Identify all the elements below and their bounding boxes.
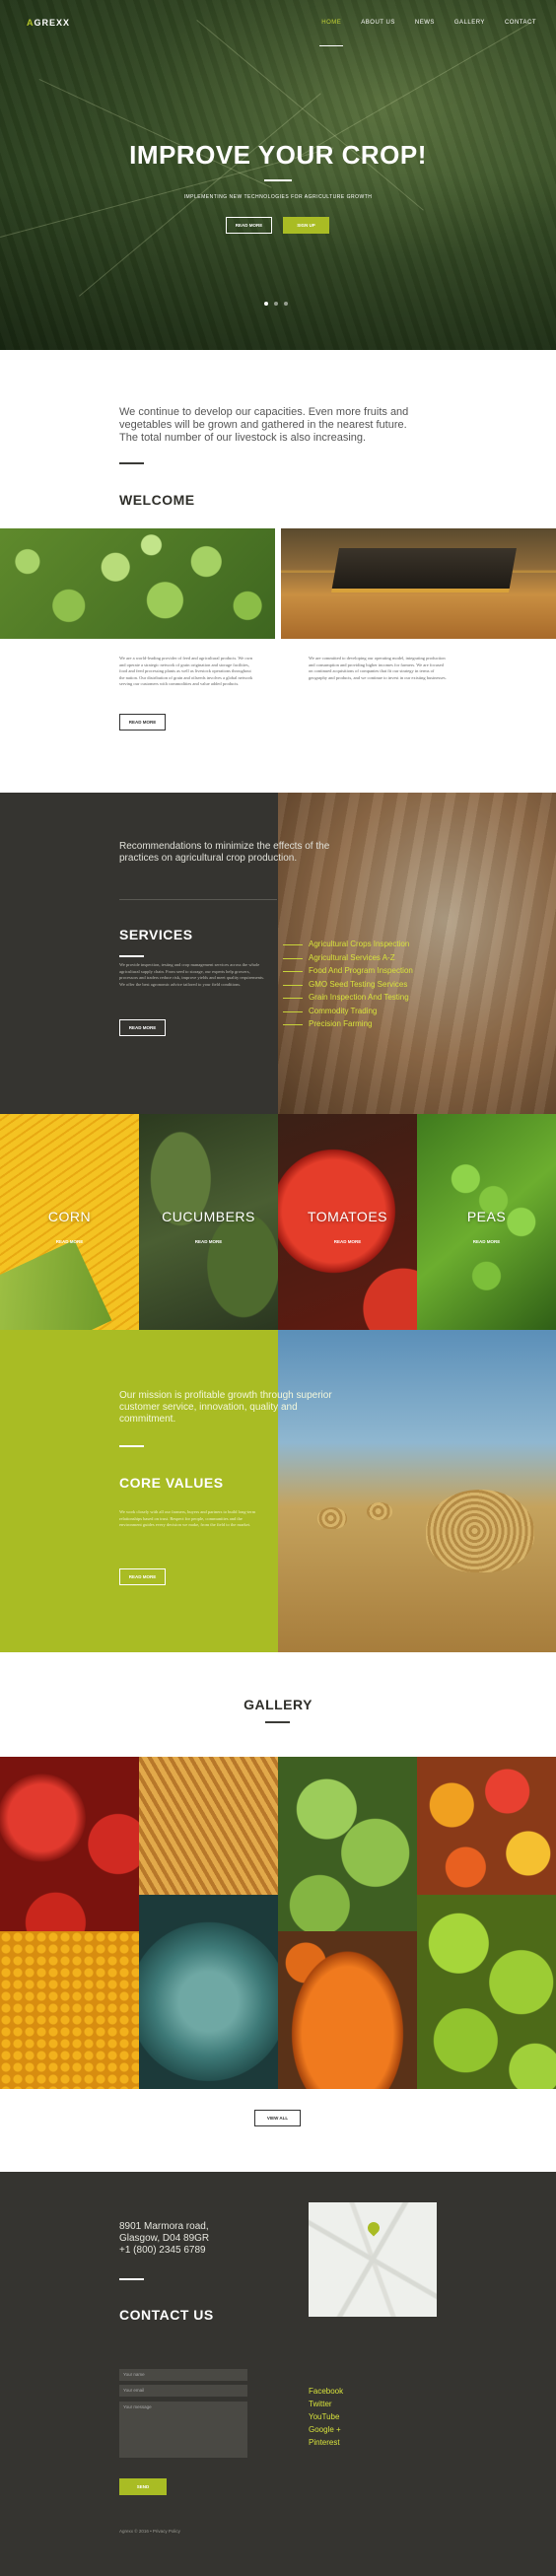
address-divider — [119, 2278, 144, 2280]
crop-label: CORN — [47, 1209, 92, 1224]
copyright: Agrexx © 2016 • Privacy Policy — [119, 2529, 180, 2534]
services-divider — [119, 955, 144, 957]
main-nav: HOME ABOUT US NEWS GALLERY CONTACT — [319, 20, 536, 46]
contact-title: CONTACT US — [119, 2307, 214, 2323]
hero-sign-up-button[interactable]: SIGN UP — [283, 217, 329, 234]
hay-bale — [426, 1490, 534, 1572]
send-button[interactable]: SEND — [119, 2478, 167, 2495]
service-link[interactable]: GMO Seed Testing Services — [283, 978, 413, 992]
gallery-title: GALLERY — [243, 1697, 313, 1712]
message-field[interactable]: Your message — [119, 2402, 247, 2458]
social-link-youtube[interactable]: YouTube — [309, 2410, 343, 2423]
services-quote-divider — [119, 899, 277, 900]
nav-gallery[interactable]: GALLERY — [454, 20, 485, 26]
hops-image — [0, 528, 275, 639]
hero-title: IMPROVE YOUR CROP! — [129, 140, 427, 170]
crop-tile-peas[interactable]: PEAS READ MORE — [417, 1114, 556, 1330]
slider-dot-3[interactable] — [284, 302, 288, 306]
social-link-twitter[interactable]: Twitter — [309, 2398, 343, 2410]
logo[interactable]: AGREXX — [27, 18, 70, 28]
gallery-image-green-apples[interactable] — [417, 1895, 556, 2089]
gallery-image-corn[interactable] — [0, 1931, 139, 2089]
slider-dot-1[interactable] — [264, 302, 268, 306]
welcome-read-more-button[interactable]: READ MORE — [119, 714, 166, 731]
location-map[interactable] — [309, 2202, 437, 2317]
gallery-image-fruit[interactable] — [417, 1757, 556, 1895]
nav-about[interactable]: ABOUT US — [361, 20, 395, 26]
name-field[interactable]: Your name — [119, 2369, 247, 2381]
gallery-image-pumpkins[interactable] — [278, 1931, 417, 2089]
core-values-text: We work closely with all our farmers, bu… — [119, 1509, 256, 1527]
service-link[interactable]: Commodity Trading — [283, 1005, 413, 1018]
email-field[interactable]: Your email — [119, 2385, 247, 2397]
crop-tile-corn[interactable]: CORN READ MORE — [0, 1114, 139, 1330]
crop-tile-tomatoes[interactable]: TOMATOES READ MORE — [278, 1114, 417, 1330]
services-read-more-button[interactable]: READ MORE — [119, 1019, 166, 1036]
crop-label: PEAS — [466, 1209, 507, 1224]
hero-divider — [264, 179, 292, 181]
footer — [0, 2172, 556, 2576]
services-quote: Recommendations to minimize the effects … — [119, 841, 330, 864]
crop-label: TOMATOES — [307, 1209, 387, 1224]
slider-dot-2[interactable] — [274, 302, 278, 306]
crop-read-more-link[interactable]: READ MORE — [0, 1239, 139, 1244]
welcome-title: WELCOME — [119, 492, 195, 508]
gallery-image-cabbage[interactable] — [139, 1895, 278, 2089]
services-title: SERVICES — [119, 927, 193, 942]
nav-contact[interactable]: CONTACT — [505, 20, 536, 26]
service-link[interactable]: Grain Inspection And Testing — [283, 991, 413, 1005]
social-links: Facebook Twitter YouTube Google + Pinter… — [309, 2385, 343, 2449]
service-link[interactable]: Agricultural Services A-Z — [283, 951, 413, 965]
crop-read-more-link[interactable]: READ MORE — [278, 1239, 417, 1244]
crop-tile-cucumbers[interactable]: CUCUMBERS READ MORE — [139, 1114, 278, 1330]
intro-text: We continue to develop our capacities. E… — [119, 406, 409, 444]
intro-divider — [119, 462, 144, 464]
gallery-image-apples[interactable] — [0, 1757, 139, 1931]
address-line: Glasgow, D04 89GR — [119, 2233, 210, 2244]
combine-harvester — [331, 548, 517, 592]
service-link[interactable]: Precision Farming — [283, 1017, 413, 1031]
view-all-button[interactable]: VIEW ALL — [254, 2110, 301, 2126]
gallery-image-green-tomatoes[interactable] — [278, 1757, 417, 1931]
address-block: 8901 Marmora road, Glasgow, D04 89GR +1 … — [119, 2221, 209, 2257]
hay-bale-image — [278, 1330, 556, 1652]
nav-home[interactable]: HOME — [319, 20, 344, 46]
services-list: Agricultural Crops Inspection Agricultur… — [283, 938, 413, 1031]
crop-label: CUCUMBERS — [162, 1209, 255, 1224]
hero-section: AGREXX HOME ABOUT US NEWS GALLERY CONTAC… — [0, 0, 556, 350]
hero-subtitle: IMPLEMENTING NEW TECHNOLOGIES FOR AGRICU… — [183, 194, 373, 200]
phone-number[interactable]: +1 (800) 2345 6789 — [119, 2245, 209, 2257]
welcome-column-1: We are a world-leading provider of feed … — [119, 656, 253, 686]
hero-read-more-button[interactable]: READ MORE — [226, 217, 272, 234]
crop-read-more-link[interactable]: READ MORE — [139, 1239, 278, 1244]
social-link-facebook[interactable]: Facebook — [309, 2385, 343, 2398]
mission-quote: Our mission is profitable growth through… — [119, 1390, 332, 1425]
map-pin-icon — [365, 2219, 382, 2237]
hay-bale — [367, 1502, 392, 1520]
core-read-more-button[interactable]: READ MORE — [119, 1568, 166, 1585]
hay-bale — [317, 1507, 347, 1529]
nav-news[interactable]: NEWS — [415, 20, 435, 26]
address-line: 8901 Marmora road, — [119, 2221, 209, 2232]
core-values-section — [0, 1330, 278, 1652]
core-values-title: CORE VALUES — [119, 1475, 224, 1491]
crop-read-more-link[interactable]: READ MORE — [417, 1239, 556, 1244]
gallery-divider — [265, 1721, 290, 1723]
service-link[interactable]: Agricultural Crops Inspection — [283, 938, 413, 951]
core-divider — [119, 1445, 144, 1447]
gallery-image-wheat[interactable] — [139, 1757, 278, 1895]
welcome-column-2: We are committed to developing our opera… — [309, 656, 447, 680]
service-link[interactable]: Food And Program Inspection — [283, 964, 413, 978]
social-link-google[interactable]: Google + — [309, 2423, 343, 2436]
slider-pagination — [264, 302, 288, 306]
services-text: We provide inspection, testing and crop … — [119, 962, 264, 987]
social-link-pinterest[interactable]: Pinterest — [309, 2436, 343, 2449]
